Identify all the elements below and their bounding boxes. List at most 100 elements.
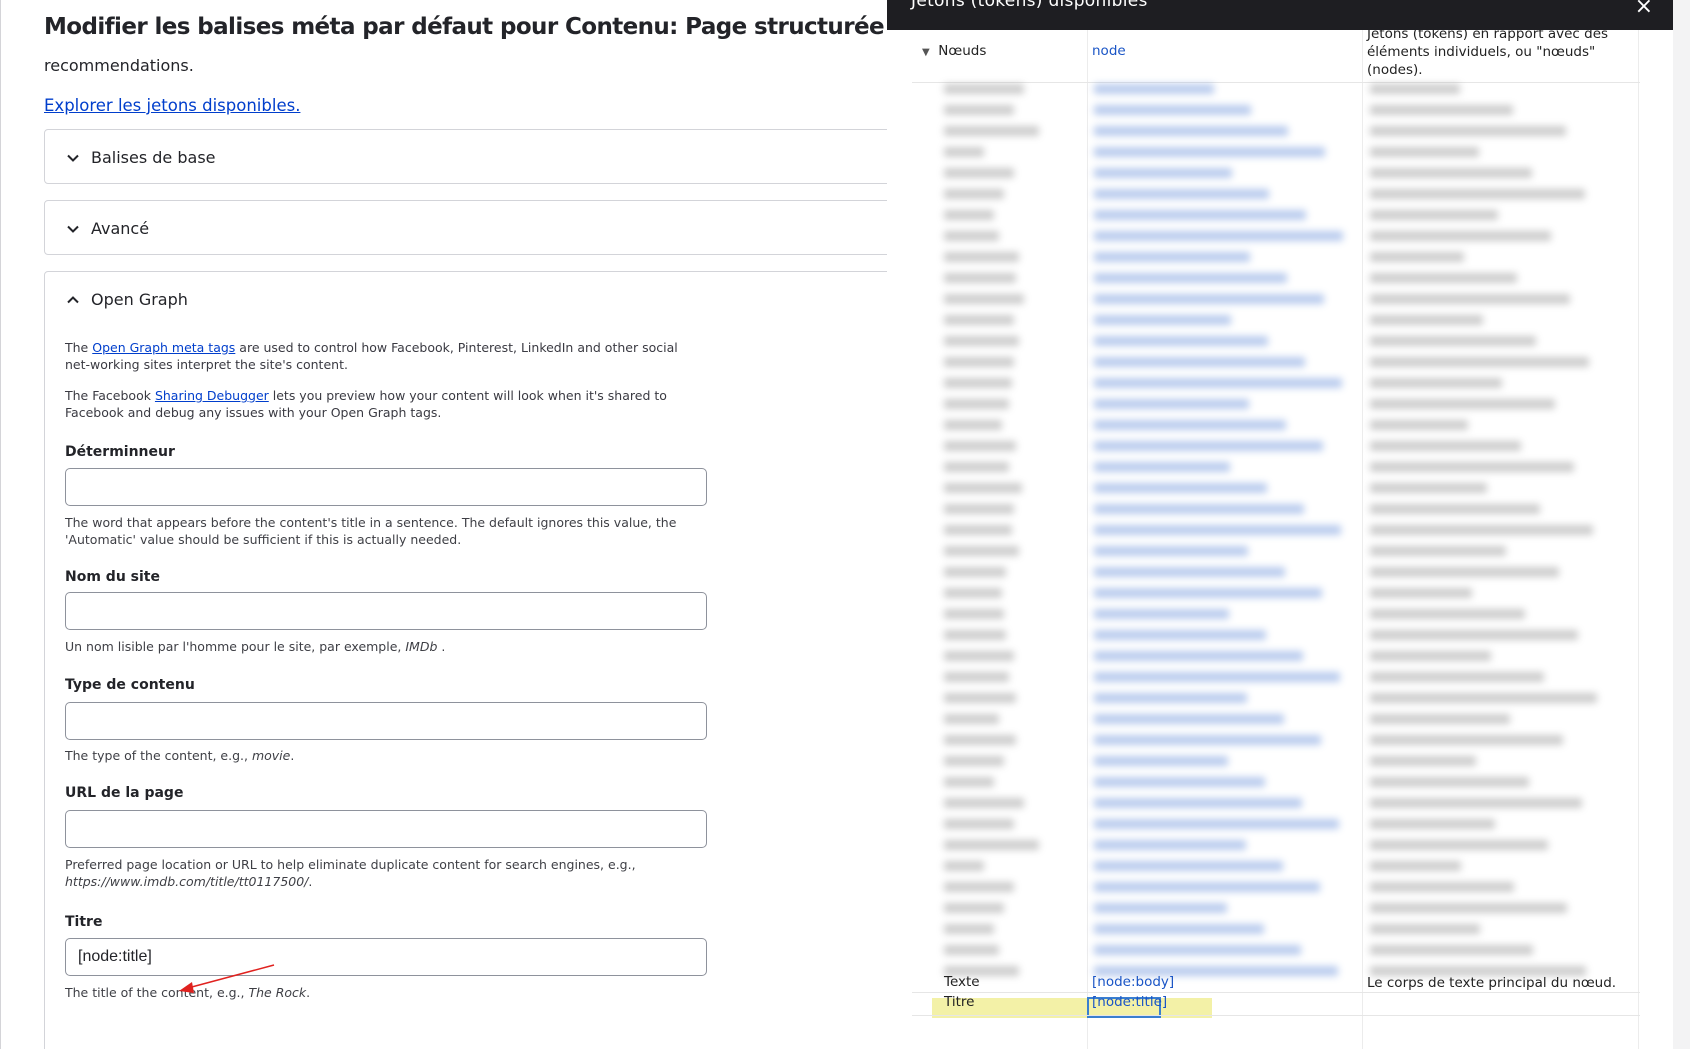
blurred-bar <box>1094 420 1286 430</box>
section-summary[interactable]: Balises de base <box>65 148 216 167</box>
blurred-row <box>912 899 1640 917</box>
blurred-bar <box>944 630 1006 640</box>
blurred-bar <box>1094 609 1229 619</box>
blurred-bar <box>944 294 1024 304</box>
field-help: The word that appears before the content… <box>65 515 677 547</box>
blurred-bar <box>1370 714 1510 724</box>
blurred-bar <box>1370 651 1491 661</box>
blurred-row <box>912 164 1640 182</box>
token-link[interactable]: [node:title] <box>1092 994 1167 1010</box>
blurred-row <box>912 626 1640 644</box>
expand-triangle-icon[interactable]: ▼ <box>922 47 930 58</box>
blurred-token-rows <box>912 80 1640 1008</box>
blurred-bar <box>944 840 1039 850</box>
blurred-row <box>912 101 1640 119</box>
blurred-bar <box>944 588 1002 598</box>
blurred-bar <box>1370 609 1525 619</box>
blurred-bar <box>1370 378 1502 388</box>
blurred-bar <box>1094 756 1228 766</box>
section-balises-de-base[interactable]: Balises de base <box>44 129 901 184</box>
dialog-header: Jetons (tokens) disponibles × <box>887 0 1673 30</box>
open-graph-meta-tags-link[interactable]: Open Graph meta tags <box>92 340 235 355</box>
blurred-bar <box>1370 588 1472 598</box>
help-text: Preferred page location or URL to help e… <box>65 857 636 872</box>
token-tree: ▼ Nœuds node Jetons (tokens) en rapport … <box>912 30 1642 1049</box>
blurred-row <box>912 689 1640 707</box>
blurred-bar <box>1094 819 1339 829</box>
blurred-bar <box>1370 252 1464 262</box>
site-name-input[interactable] <box>65 592 707 630</box>
blurred-bar <box>1094 210 1306 220</box>
section-avance[interactable]: Avancé <box>44 200 901 255</box>
blurred-bar <box>1370 945 1533 955</box>
blurred-bar <box>1094 525 1341 535</box>
blurred-row <box>912 437 1640 455</box>
section-summary[interactable]: Avancé <box>65 219 149 238</box>
blurred-bar <box>1370 567 1559 577</box>
blurred-bar <box>944 231 999 241</box>
help-text: Un nom lisible par l'homme pour le site,… <box>65 639 406 654</box>
determiner-input[interactable] <box>65 468 707 506</box>
blurred-bar <box>944 126 1039 136</box>
sharing-debugger-link[interactable]: Sharing Debugger <box>155 388 269 403</box>
blurred-bar <box>1370 357 1589 367</box>
tree-row-name: Titre <box>944 994 975 1010</box>
blurred-bar <box>1370 231 1551 241</box>
blurred-bar <box>1370 168 1532 178</box>
blurred-bar <box>944 546 1019 556</box>
explore-tokens-link[interactable]: Explorer les jetons disponibles. <box>44 96 300 115</box>
blurred-row <box>912 500 1640 518</box>
blurred-bar <box>1094 651 1303 661</box>
blurred-bar <box>1094 840 1246 850</box>
blurred-bar <box>944 441 1016 451</box>
blurred-bar <box>1094 861 1283 871</box>
field-help: Un nom lisible par l'homme pour le site,… <box>65 638 705 655</box>
blurred-row <box>912 80 1640 98</box>
help-text: . <box>437 639 446 654</box>
blurred-bar <box>1094 378 1342 388</box>
field-label: URL de la page <box>65 785 184 801</box>
page-url-input[interactable] <box>65 810 707 848</box>
blurred-bar <box>1370 399 1555 409</box>
blurred-bar <box>1094 693 1247 703</box>
blurred-bar <box>1094 189 1269 199</box>
blurred-bar <box>1094 945 1301 955</box>
blurred-bar <box>1370 861 1461 871</box>
intro-text: recommendations. <box>44 56 194 75</box>
blurred-bar <box>1094 336 1268 346</box>
blurred-bar <box>944 672 1009 682</box>
blurred-row <box>912 416 1640 434</box>
blurred-bar <box>1094 672 1340 682</box>
blurred-bar <box>944 609 1004 619</box>
token-link[interactable]: node <box>1092 43 1126 59</box>
field-label: Déterminneur <box>65 444 175 460</box>
og-desc-text: The Facebook <box>65 388 155 403</box>
blurred-bar <box>1370 483 1487 493</box>
blurred-bar <box>944 819 1014 829</box>
blurred-bar <box>1094 798 1302 808</box>
content-type-input[interactable] <box>65 702 707 740</box>
blurred-bar <box>1094 546 1248 556</box>
close-icon[interactable]: × <box>1635 0 1653 19</box>
blurred-row <box>912 122 1640 140</box>
title-input[interactable]: [node:title] <box>65 938 707 976</box>
blurred-bar <box>944 924 994 934</box>
token-link[interactable]: [node:body] <box>1092 974 1174 990</box>
blurred-bar <box>1094 147 1325 157</box>
blurred-row <box>912 815 1640 833</box>
blurred-bar <box>1370 798 1582 808</box>
chevron-down-icon <box>67 154 79 162</box>
blurred-bar <box>1370 294 1570 304</box>
dialog-title: Jetons (tokens) disponibles <box>911 0 1148 11</box>
blurred-row <box>912 563 1640 581</box>
section-label: Open Graph <box>91 290 188 309</box>
section-label: Avancé <box>91 219 150 238</box>
section-summary[interactable]: Open Graph <box>65 290 188 309</box>
blurred-bar <box>1094 105 1251 115</box>
blurred-bar <box>944 105 1014 115</box>
section-label: Balises de base <box>91 148 216 167</box>
blurred-bar <box>1094 84 1214 94</box>
blurred-bar <box>1370 525 1593 535</box>
help-text: . <box>306 985 311 1000</box>
blurred-bar <box>1370 105 1513 115</box>
